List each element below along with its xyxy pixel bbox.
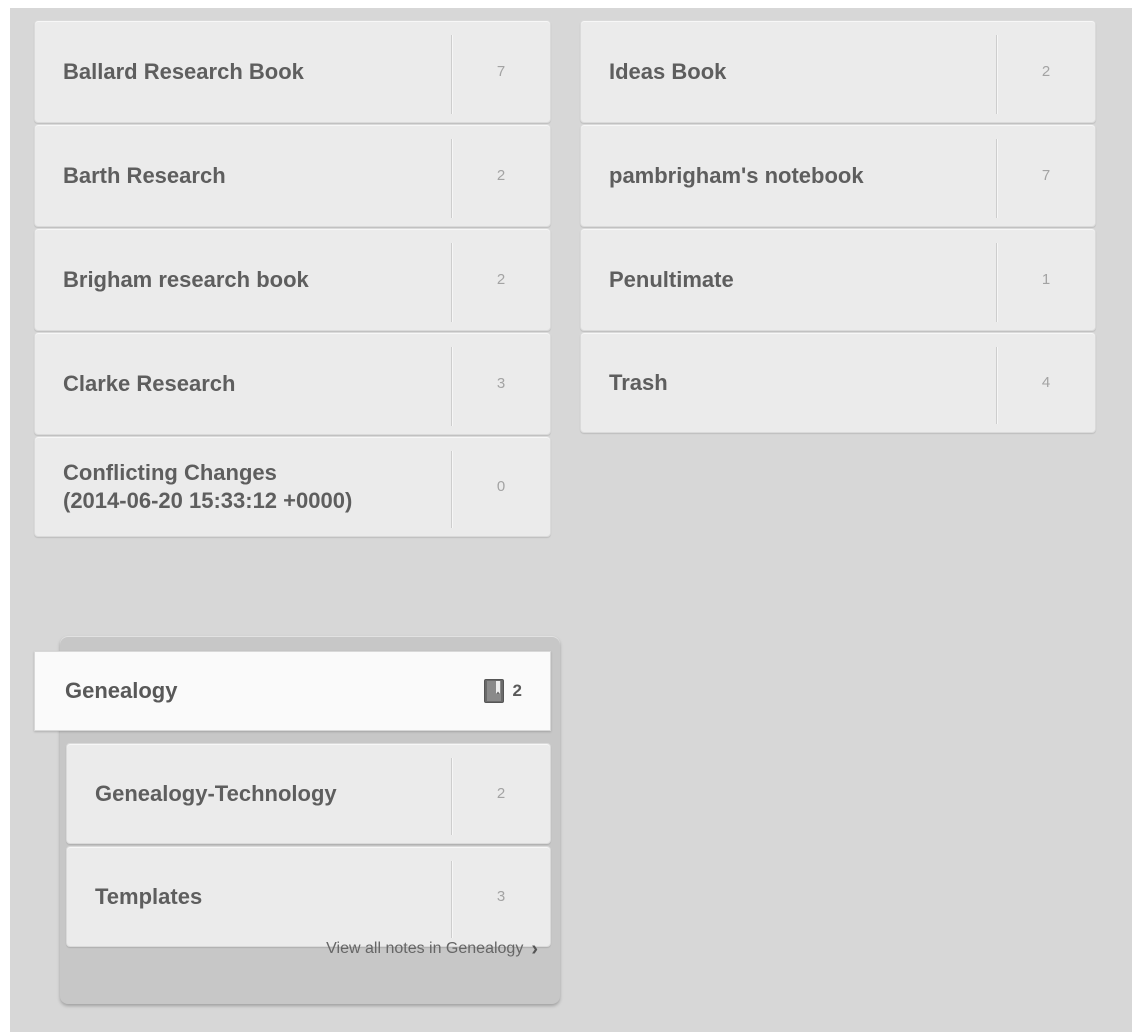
notebook-genealogy-technology[interactable]: Genealogy-Technology 2 xyxy=(66,743,551,844)
notebook-conflicting-changes[interactable]: Conflicting Changes (2014-06-20 15:33:12… xyxy=(34,436,551,537)
notebook-stack-icon xyxy=(483,679,504,703)
notebook-ideas-book[interactable]: Ideas Book 2 xyxy=(580,20,1096,123)
notebook-name: Templates xyxy=(95,883,203,909)
notebook-name: Ideas Book xyxy=(609,58,727,84)
notebook-pambrigham[interactable]: pambrigham's notebook 7 xyxy=(580,124,1096,227)
notebook-note-count: 1 xyxy=(1041,271,1051,288)
notebook-note-count: 2 xyxy=(496,785,506,802)
notebook-name: Ballard Research Book xyxy=(63,58,304,84)
notebook-note-count: 0 xyxy=(496,478,506,495)
notebook-name: Brigham research book xyxy=(63,266,309,292)
notebook-note-count: 3 xyxy=(496,375,506,392)
notebook-name: Barth Research xyxy=(63,162,226,188)
notebook-name: pambrigham's notebook xyxy=(609,162,864,188)
notebook-barth-research[interactable]: Barth Research 2 xyxy=(34,124,551,227)
stack-notebook-count: 2 xyxy=(512,681,522,700)
notebook-templates[interactable]: Templates 3 xyxy=(66,846,551,947)
notebooks-canvas: Ballard Research Book 7 Barth Research 2… xyxy=(10,8,1132,1032)
notebook-name: Clarke Research xyxy=(63,370,236,396)
view-all-label: View all notes in Genealogy xyxy=(326,940,524,957)
notebook-clarke-research[interactable]: Clarke Research 3 xyxy=(34,332,551,435)
notebook-trash[interactable]: Trash 4 xyxy=(580,332,1096,433)
notebook-note-count: 2 xyxy=(496,167,506,184)
notebook-ballard-research-book[interactable]: Ballard Research Book 7 xyxy=(34,20,551,123)
notebook-name: Trash xyxy=(609,369,668,395)
notebook-note-count: 2 xyxy=(496,271,506,288)
chevron-right-icon: › xyxy=(531,937,538,960)
stack-meta: 2 xyxy=(483,652,522,730)
view-all-notes-link[interactable]: View all notes in Genealogy › xyxy=(200,934,538,964)
notebook-name: Conflicting Changes (2014-06-20 15:33:12… xyxy=(63,460,353,513)
notebook-note-count: 3 xyxy=(496,888,506,905)
notebook-note-count: 7 xyxy=(1041,167,1051,184)
notebook-brigham-research-book[interactable]: Brigham research book 2 xyxy=(34,228,551,331)
stack-name: Genealogy xyxy=(65,678,178,703)
notebook-name: Penultimate xyxy=(609,266,734,292)
notebook-note-count: 7 xyxy=(496,63,506,80)
notebook-penultimate[interactable]: Penultimate 1 xyxy=(580,228,1096,331)
notebook-note-count: 2 xyxy=(1041,63,1051,80)
notebook-note-count: 4 xyxy=(1041,374,1051,391)
notebook-name: Genealogy-Technology xyxy=(95,780,337,806)
stack-header-genealogy[interactable]: Genealogy 2 xyxy=(34,651,551,731)
